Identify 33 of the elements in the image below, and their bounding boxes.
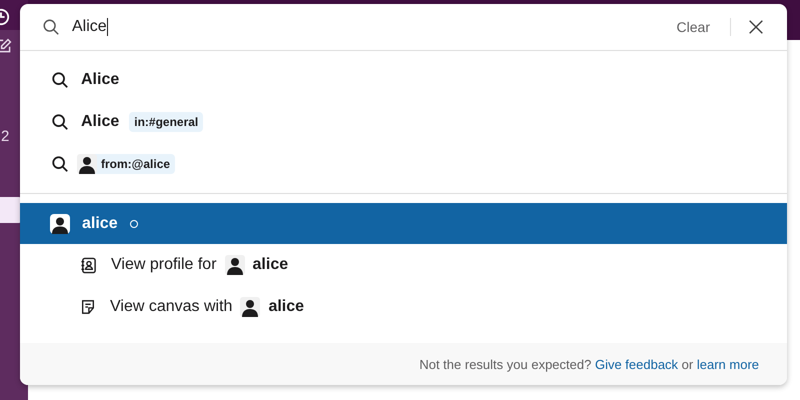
clear-button[interactable]: Clear bbox=[672, 19, 714, 35]
person-name: alice bbox=[252, 256, 288, 274]
person-action[interactable]: View profile for alice bbox=[20, 244, 787, 286]
close-icon[interactable] bbox=[747, 18, 765, 36]
compose-icon[interactable] bbox=[0, 38, 12, 54]
search-icon bbox=[42, 18, 60, 36]
query-text: Alice bbox=[81, 113, 120, 131]
avatar-icon bbox=[240, 297, 260, 317]
person-result[interactable]: alice bbox=[20, 203, 787, 244]
search-icon bbox=[51, 155, 69, 173]
search-suggestion[interactable]: Alice bbox=[20, 59, 787, 101]
channel-filter-chip: in:#general bbox=[129, 112, 204, 132]
action-label: View profile for bbox=[111, 256, 217, 274]
avatar-icon bbox=[50, 214, 70, 234]
person-name: alice bbox=[82, 214, 118, 232]
user-filter: from:@alice bbox=[101, 157, 170, 171]
search-icon bbox=[51, 113, 69, 131]
note-icon bbox=[80, 299, 96, 315]
learn-more-link[interactable]: learn more bbox=[696, 356, 759, 372]
search-suggestion[interactable]: Alice in:#general bbox=[20, 101, 787, 143]
contact-card-icon bbox=[80, 256, 97, 274]
avatar-icon bbox=[224, 255, 245, 275]
feedback-link[interactable]: Give feedback bbox=[594, 356, 678, 372]
feedback-note: Not the results you expected? Give feedback or learn more bbox=[419, 356, 759, 372]
action-label: View canvas with bbox=[110, 298, 232, 316]
search-suggestion[interactable]: from:@alice bbox=[20, 143, 787, 185]
person-action[interactable]: View canvas with alice bbox=[20, 286, 787, 328]
search-field[interactable]: Alice bbox=[72, 18, 661, 36]
unread-count: 2 bbox=[1, 128, 10, 145]
person-name: alice bbox=[268, 298, 304, 316]
query-text: Alice bbox=[81, 71, 120, 89]
avatar-icon bbox=[77, 154, 97, 174]
search-icon bbox=[51, 71, 69, 89]
